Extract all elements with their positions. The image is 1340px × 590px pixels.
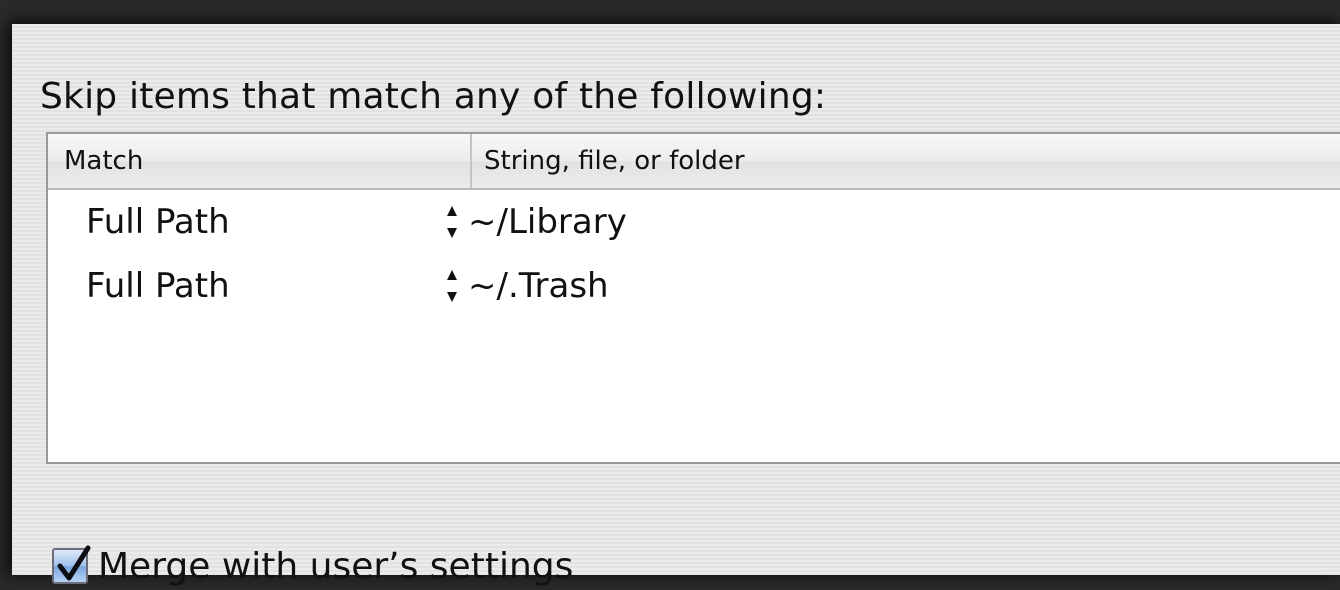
skip-items-heading: Skip items that match any of the followi… — [40, 76, 827, 117]
path-value[interactable]: ~/Library — [468, 190, 627, 254]
preferences-panel: Skip items that match any of the followi… — [12, 24, 1340, 587]
column-header-string[interactable]: String, file, or folder — [484, 134, 745, 188]
table-row[interactable]: Full Path ~/Library — [48, 190, 1340, 254]
merge-settings-checkbox[interactable] — [52, 545, 91, 584]
up-down-arrows-icon[interactable] — [445, 204, 459, 240]
column-header-match[interactable]: Match — [64, 134, 143, 188]
skip-rules-table[interactable]: Match String, file, or folder Full Path … — [46, 132, 1340, 464]
checkmark-icon — [57, 545, 91, 581]
match-type-popup[interactable]: Full Path — [86, 254, 230, 318]
match-type-popup[interactable]: Full Path — [86, 190, 230, 254]
merge-settings-option[interactable]: Merge with user’s settings — [52, 542, 573, 590]
column-divider[interactable] — [470, 134, 472, 188]
path-value[interactable]: ~/.Trash — [468, 254, 609, 318]
up-down-arrows-icon[interactable] — [445, 268, 459, 304]
table-row[interactable]: Full Path ~/.Trash — [48, 254, 1340, 318]
merge-settings-label[interactable]: Merge with user’s settings — [98, 546, 573, 587]
table-header: Match String, file, or folder — [48, 134, 1340, 190]
